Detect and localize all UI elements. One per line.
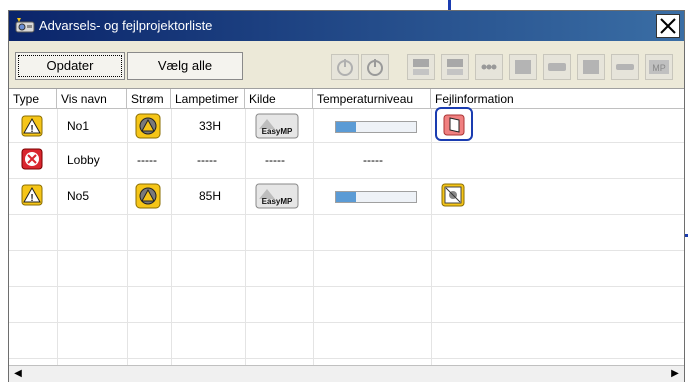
source-computer-button[interactable]: [407, 54, 435, 80]
svg-text:MP: MP: [652, 63, 666, 73]
lamp-hours: 33H: [199, 119, 222, 133]
source-value: -----: [265, 153, 285, 167]
svg-text:EasyMP: EasyMP: [262, 127, 293, 136]
hdmi-source-icon: [583, 60, 599, 74]
temperature-bar: [335, 191, 417, 203]
column-header-type[interactable]: Type: [9, 89, 57, 109]
easymp-icon: EasyMP: [255, 183, 299, 209]
lamp-hours: 85H: [199, 189, 222, 203]
warning-icon: !: [21, 184, 43, 206]
svg-text:!: !: [30, 124, 33, 135]
computer2-source-icon: [447, 59, 463, 75]
lamp-hours: -----: [197, 153, 217, 167]
projector-app-icon: [15, 18, 35, 33]
computer-source-icon: [413, 59, 429, 75]
column-header-source[interactable]: Kilde: [245, 89, 313, 109]
window-title: Advarsels- og fejlprojektorliste: [39, 18, 213, 33]
toolbar: Opdater Vælg alle MP: [9, 42, 684, 88]
error-icon: [21, 148, 43, 170]
source-computer2-button[interactable]: [441, 54, 469, 80]
temperature-bar: [335, 121, 417, 133]
error-info-highlight[interactable]: [435, 107, 473, 141]
column-header-error-info[interactable]: Fejlinformation: [431, 89, 684, 109]
projector-name: Lobby: [67, 153, 100, 167]
source-video-button[interactable]: [475, 54, 503, 80]
temperature-fill: [336, 122, 356, 132]
svg-text:EasyMP: EasyMP: [262, 197, 293, 206]
source-easymp-button[interactable]: MP: [645, 54, 673, 80]
select-all-button[interactable]: Vælg alle: [127, 52, 243, 80]
table-row[interactable]: ! No5 85H EasyMP: [9, 178, 684, 214]
close-button[interactable]: [656, 14, 680, 38]
title-bar: Advarsels- og fejlprojektorliste: [9, 11, 684, 41]
column-header-temperature[interactable]: Temperaturniveau: [313, 89, 431, 109]
scroll-right-button[interactable]: ▶: [668, 367, 682, 381]
table-row[interactable]: Lobby ----- ----- ----- -----: [9, 142, 684, 178]
warning-icon: !: [21, 115, 43, 137]
close-icon: [660, 18, 676, 34]
source-hdmi-button[interactable]: [577, 54, 605, 80]
component-source-icon: [548, 63, 566, 71]
column-header-lamp-hours[interactable]: Lampetimer: [171, 89, 245, 109]
power-on-icon: [367, 59, 383, 76]
power-on-button[interactable]: [361, 54, 389, 80]
error-door-icon: [443, 114, 465, 136]
error-fan-icon[interactable]: [441, 183, 465, 207]
svg-text:!: !: [30, 193, 33, 204]
table-row[interactable]: ! No1 33H EasyMP: [9, 107, 684, 142]
projector-name: No1: [67, 119, 90, 133]
column-header-power[interactable]: Strøm: [127, 89, 171, 109]
temperature-text: -----: [363, 153, 383, 167]
usb-source-icon: [616, 64, 634, 70]
source-component-button[interactable]: [543, 54, 571, 80]
source-svideo-button[interactable]: [509, 54, 537, 80]
projector-list-window: Advarsels- og fejlprojektorliste Opdater…: [8, 10, 685, 382]
easymp-source-icon: MP: [649, 60, 669, 74]
scroll-left-button[interactable]: ◀: [11, 367, 25, 381]
power-value: -----: [137, 153, 157, 167]
power-off-button[interactable]: [331, 54, 359, 80]
svideo-source-icon: [515, 60, 531, 74]
power-warning-icon: [135, 113, 161, 139]
projector-table: Type Vis navn Strøm Lampetimer Kilde Tem…: [9, 88, 684, 366]
power-warning-icon: [135, 183, 161, 209]
temperature-fill: [336, 192, 356, 202]
update-button[interactable]: Opdater: [15, 52, 125, 80]
source-usb-button[interactable]: [611, 54, 639, 80]
projector-name: No5: [67, 189, 90, 203]
column-header-name[interactable]: Vis navn: [57, 89, 127, 109]
easymp-icon: EasyMP: [255, 113, 299, 139]
video-source-icon: [481, 64, 497, 70]
horizontal-scrollbar[interactable]: ◀ ▶: [9, 365, 684, 382]
power-off-icon: [337, 59, 353, 76]
